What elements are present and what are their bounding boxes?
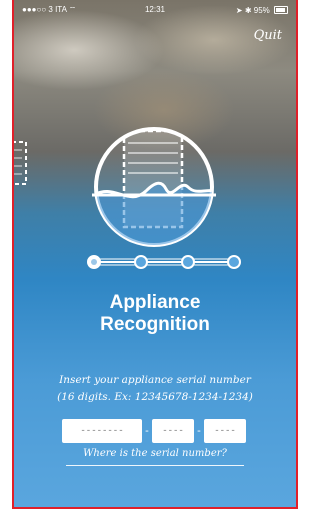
page-title: Appliance Recognition — [14, 292, 296, 336]
washing-machine-water-icon — [92, 127, 216, 247]
instructions-line-1: Insert your appliance serial number — [59, 374, 251, 386]
step-4-dot — [227, 255, 241, 269]
serial-part-1-input[interactable] — [62, 419, 142, 443]
quit-button[interactable]: Quit — [254, 28, 282, 43]
serial-separator: - — [197, 425, 201, 437]
serial-instructions: Insert your appliance serial number (16 … — [14, 372, 296, 406]
serial-separator: - — [145, 425, 149, 437]
serial-number-form: - - — [62, 418, 262, 444]
title-line-1: Appliance — [109, 292, 201, 313]
serial-part-3-input[interactable] — [204, 419, 246, 443]
step-2-dot — [134, 255, 148, 269]
app-screen: ●●●○○ 3 ITA ⌔ 12:31 ➤ ✱ 95% Quit Applian… — [12, 0, 298, 509]
instructions-line-2: (16 digits. Ex: 12345678-1234-1234) — [57, 391, 253, 403]
step-3-dot — [181, 255, 195, 269]
folded-laundry-icon — [14, 141, 27, 185]
status-time: 12:31 — [144, 5, 166, 14]
serial-help-link[interactable]: Where is the serial number? — [14, 448, 296, 459]
title-line-2: Recognition — [100, 314, 210, 335]
serial-part-2-input[interactable] — [152, 419, 194, 443]
help-link-underline — [66, 465, 244, 466]
status-bar: ●●●○○ 3 ITA ⌔ 12:31 ➤ ✱ 95% — [14, 0, 296, 20]
battery-icon — [274, 6, 288, 15]
progress-stepper — [87, 255, 241, 269]
